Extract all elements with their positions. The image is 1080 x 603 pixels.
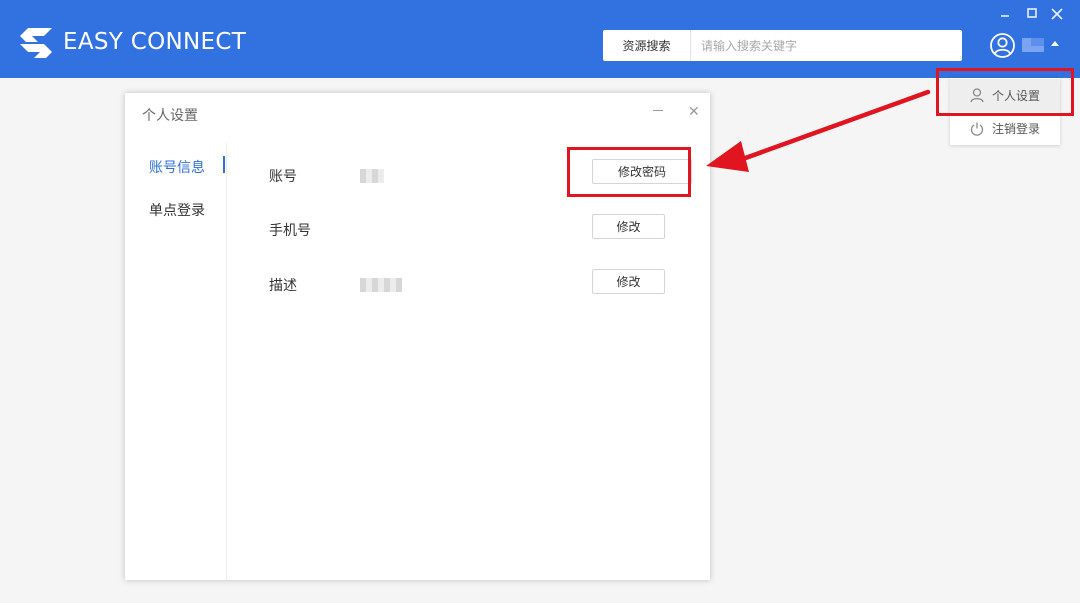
sidebar-item-sso[interactable]: 单点登录	[149, 200, 205, 220]
active-tab-indicator	[223, 156, 225, 173]
sidebar-item-account-info[interactable]: 账号信息	[149, 157, 205, 177]
easyconnect-logo-icon	[20, 28, 52, 58]
caret-up-icon[interactable]	[1051, 41, 1059, 46]
user-avatar-icon[interactable]	[990, 33, 1015, 58]
app-brand: EASY CONNECT	[63, 29, 247, 55]
edit-phone-button[interactable]: 修改	[592, 214, 665, 239]
search-input[interactable]	[691, 30, 962, 61]
window-maximize-icon[interactable]	[1027, 8, 1037, 18]
username-chip[interactable]	[1022, 38, 1044, 52]
window-menu-icon[interactable]	[1000, 8, 1010, 18]
menu-item-label: 注销登录	[992, 122, 1041, 136]
dialog-minimize-icon[interactable]	[653, 110, 663, 111]
description-value-redacted	[360, 278, 402, 292]
account-value-redacted	[360, 169, 384, 183]
dialog-sidebar: 账号信息 单点登录	[125, 143, 227, 580]
account-label: 账号	[269, 169, 297, 185]
window-close-icon[interactable]	[1051, 8, 1063, 20]
power-icon	[970, 122, 984, 136]
search-scope-select[interactable]: 资源搜索	[603, 30, 691, 61]
phone-label: 手机号	[269, 223, 311, 239]
dialog-close-icon[interactable]: ✕	[688, 104, 700, 120]
edit-description-button[interactable]: 修改	[592, 269, 665, 294]
top-bar: EASY CONNECT 资源搜索	[0, 0, 1080, 78]
annotation-highlight-box	[567, 147, 691, 197]
menu-item-logout[interactable]: 注销登录	[950, 112, 1060, 145]
dialog-title: 个人设置	[142, 108, 198, 124]
description-label: 描述	[269, 278, 297, 294]
annotation-highlight-box	[936, 68, 1074, 116]
search-bar: 资源搜索	[603, 30, 962, 61]
